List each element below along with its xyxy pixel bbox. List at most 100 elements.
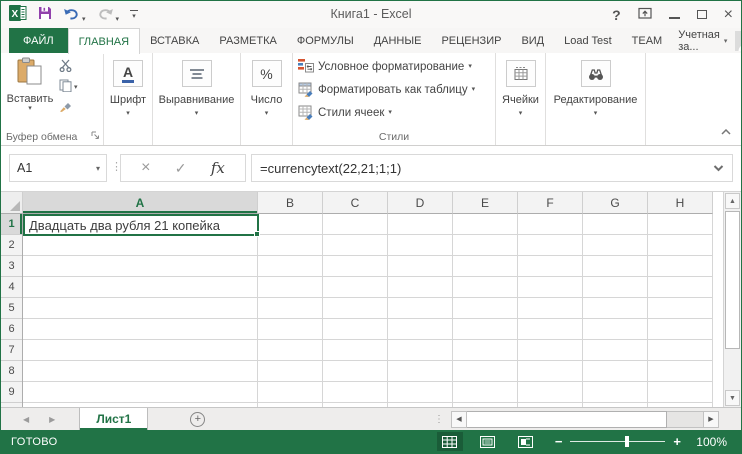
tab-home[interactable]: ГЛАВНАЯ xyxy=(68,28,140,54)
selected-cell-a1[interactable]: Двадцать два рубля 21 копейка xyxy=(23,214,259,236)
grid-cells[interactable]: Двадцать два рубля 21 копейка xyxy=(23,214,713,407)
vertical-scrollbar-thumb[interactable] xyxy=(725,211,740,349)
horizontal-scrollbar[interactable]: ◀ ▶ xyxy=(451,411,719,428)
row-header-1[interactable]: 1 xyxy=(1,214,22,235)
help-button[interactable]: ? xyxy=(612,7,621,23)
row-header-6[interactable]: 6 xyxy=(1,319,22,340)
formula-input[interactable]: =currencytext(22,21;1;1) xyxy=(251,154,733,182)
redo-button[interactable]: ▾ xyxy=(97,7,120,25)
undo-icon xyxy=(63,7,80,25)
insert-function-button[interactable]: fx xyxy=(211,159,225,177)
ribbon-display-options-button[interactable] xyxy=(638,6,652,24)
horizontal-scrollbar-thumb[interactable] xyxy=(467,411,667,428)
column-header-h[interactable]: H xyxy=(648,192,713,214)
column-header-c[interactable]: C xyxy=(323,192,388,214)
editing-group-button[interactable]: Редактирование ▾ xyxy=(546,53,646,145)
zoom-slider-thumb[interactable] xyxy=(625,436,629,447)
cancel-entry-button[interactable]: × xyxy=(141,159,150,177)
font-group-button[interactable]: А Шрифт ▾ xyxy=(104,53,153,145)
format-painter-button[interactable] xyxy=(57,99,80,117)
column-header-b[interactable]: B xyxy=(258,192,323,214)
excel-window: X ▾ ▾ ▾ xyxy=(0,0,742,454)
row-header-7[interactable]: 7 xyxy=(1,340,22,361)
format-as-table-label: Форматировать как таблицу xyxy=(318,84,468,96)
cut-button[interactable] xyxy=(57,59,80,77)
row-header-8[interactable]: 8 xyxy=(1,361,22,382)
conditional-formatting-button[interactable]: Условное форматирование ▾ xyxy=(298,56,491,78)
normal-view-button[interactable] xyxy=(437,432,463,451)
tab-file[interactable]: ФАЙЛ xyxy=(9,28,68,53)
fill-handle[interactable] xyxy=(254,231,260,237)
expand-formula-bar-button[interactable] xyxy=(713,165,732,172)
percent-icon: % xyxy=(252,60,282,87)
number-group-button[interactable]: % Число ▾ xyxy=(241,53,293,145)
cell-styles-button[interactable]: Стили ячеек ▾ xyxy=(298,102,491,124)
conditional-formatting-label: Условное форматирование xyxy=(318,61,464,73)
close-button[interactable]: × xyxy=(724,7,733,23)
tab-review[interactable]: РЕЦЕНЗИР xyxy=(431,28,511,53)
tab-data[interactable]: ДАННЫЕ xyxy=(364,28,432,53)
zoom-slider[interactable] xyxy=(570,436,665,447)
row-header-4[interactable]: 4 xyxy=(1,277,22,298)
clipboard-group-footer: Буфер обмена xyxy=(6,131,100,143)
scroll-left-button[interactable]: ◀ xyxy=(451,411,467,428)
column-header-a[interactable]: A xyxy=(23,192,258,214)
name-box-dropdown-icon[interactable]: ▾ xyxy=(96,164,106,173)
user-avatar[interactable] xyxy=(735,31,742,51)
zoom-level[interactable]: 100% xyxy=(693,435,727,449)
format-as-table-button[interactable]: Форматировать как таблицу ▾ xyxy=(298,79,491,101)
cells-dropdown-icon: ▾ xyxy=(519,110,523,118)
save-button[interactable] xyxy=(38,6,52,25)
tab-load-test[interactable]: Load Test xyxy=(554,28,622,53)
row-header-9[interactable]: 9 xyxy=(1,382,22,403)
font-icon: А xyxy=(113,60,143,87)
tab-formulas[interactable]: ФОРМУЛЫ xyxy=(287,28,364,53)
name-box[interactable]: A1 ▾ xyxy=(9,154,107,182)
horizontal-scrollbar-track[interactable] xyxy=(667,411,703,428)
name-box-value: A1 xyxy=(10,161,96,175)
sheet-nav: ◀ ▶ xyxy=(1,408,79,430)
customize-qat-button[interactable]: ▾ xyxy=(130,10,138,22)
tab-team[interactable]: TEAM xyxy=(622,28,673,53)
zoom-out-button[interactable]: − xyxy=(555,434,563,449)
paste-button[interactable]: Вставить ▾ xyxy=(5,57,55,131)
sheet-tab-list1[interactable]: Лист1 xyxy=(79,408,148,430)
page-layout-view-button[interactable] xyxy=(475,432,501,451)
redo-dropdown-icon[interactable]: ▾ xyxy=(116,15,120,25)
cell-styles-label: Стили ячеек xyxy=(318,107,384,119)
account-menu[interactable]: Учетная за... ▾ xyxy=(672,28,733,53)
row-header-5[interactable]: 5 xyxy=(1,298,22,319)
maximize-button[interactable] xyxy=(697,10,707,19)
copy-button[interactable]: ▾ xyxy=(57,79,80,97)
tab-splitter-handle[interactable]: ⋮ xyxy=(434,414,443,425)
enter-entry-button[interactable]: ✓ xyxy=(175,160,187,177)
undo-dropdown-icon[interactable]: ▾ xyxy=(82,15,86,25)
scroll-down-button[interactable]: ▼ xyxy=(725,390,740,406)
column-header-f[interactable]: F xyxy=(518,192,583,214)
previous-sheet-button[interactable]: ◀ xyxy=(23,415,29,424)
horizontal-scroll-zone: ⋮ ◀ ▶ xyxy=(434,408,719,430)
select-all-button[interactable] xyxy=(1,192,23,214)
tab-insert[interactable]: ВСТАВКА xyxy=(140,28,209,53)
undo-button[interactable]: ▾ xyxy=(63,7,86,25)
column-header-d[interactable]: D xyxy=(388,192,453,214)
tab-page-layout[interactable]: РАЗМЕТКА xyxy=(209,28,286,53)
collapse-ribbon-button[interactable] xyxy=(721,122,731,140)
column-header-g[interactable]: G xyxy=(583,192,648,214)
vertical-scrollbar[interactable]: ▲ ▼ xyxy=(723,192,741,407)
scroll-up-button[interactable]: ▲ xyxy=(725,193,740,209)
alignment-group-button[interactable]: Выравнивание ▾ xyxy=(153,53,241,145)
tab-view[interactable]: ВИД xyxy=(511,28,554,53)
row-header-2[interactable]: 2 xyxy=(1,235,22,256)
column-header-e[interactable]: E xyxy=(453,192,518,214)
cells-group-button[interactable]: Ячейки ▾ xyxy=(496,53,546,145)
scissors-icon xyxy=(59,59,72,77)
page-break-view-button[interactable] xyxy=(513,432,539,451)
minimize-button[interactable] xyxy=(669,17,680,19)
new-sheet-button[interactable]: + xyxy=(190,412,205,427)
next-sheet-button[interactable]: ▶ xyxy=(49,415,55,424)
zoom-in-button[interactable]: + xyxy=(673,434,681,449)
row-header-3[interactable]: 3 xyxy=(1,256,22,277)
scroll-right-button[interactable]: ▶ xyxy=(703,411,719,428)
clipboard-dialog-launcher[interactable] xyxy=(91,131,100,143)
